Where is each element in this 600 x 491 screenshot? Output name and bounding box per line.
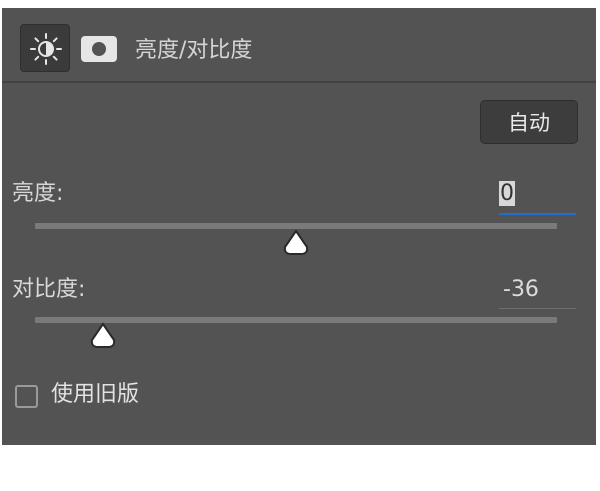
brightness-slider-thumb[interactable] [282, 229, 310, 257]
brightness-input-underline [499, 213, 576, 215]
properties-panel: 亮度/对比度 自动 亮度: 0 对比度: -36 使用旧版 [2, 8, 596, 445]
contrast-value: -36 [503, 277, 539, 302]
brightness-value: 0 [499, 181, 515, 206]
contrast-slider-thumb[interactable] [89, 322, 117, 350]
brightness-input[interactable]: 0 [499, 179, 575, 209]
panel-header: 亮度/对比度 [2, 8, 596, 83]
contrast-input[interactable]: -36 [503, 275, 577, 305]
brightness-label: 亮度: [12, 181, 64, 206]
auto-button[interactable]: 自动 [480, 100, 578, 144]
mask-icon[interactable] [81, 36, 117, 62]
contrast-label: 对比度: [12, 277, 86, 302]
adjustments-tab[interactable] [20, 24, 70, 72]
use-legacy-checkbox[interactable] [15, 385, 38, 408]
contrast-input-underline [499, 308, 576, 309]
brightness-icon [30, 33, 62, 65]
use-legacy-label: 使用旧版 [51, 382, 140, 407]
panel-title: 亮度/对比度 [135, 38, 253, 63]
